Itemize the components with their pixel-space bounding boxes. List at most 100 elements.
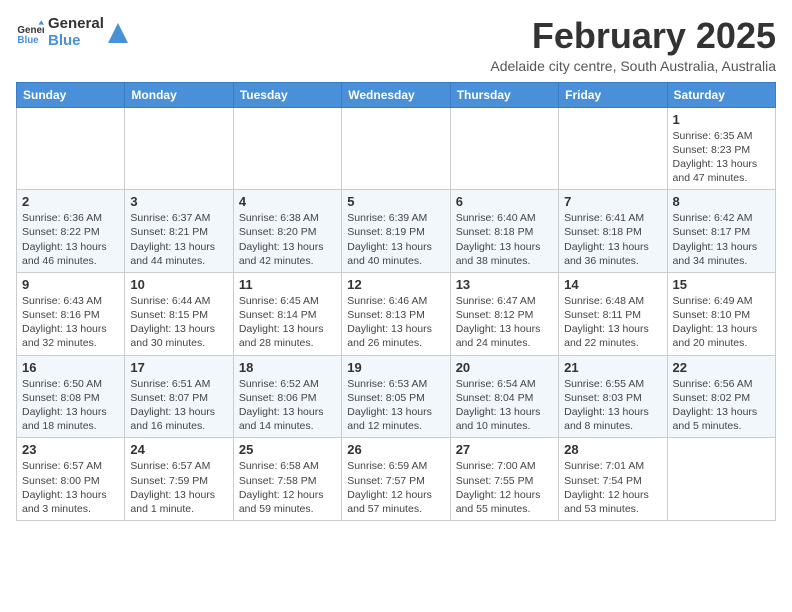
day-info: Sunrise: 6:58 AM Sunset: 7:58 PM Dayligh… xyxy=(239,459,336,516)
calendar-cell: 6 Sunrise: 6:40 AM Sunset: 8:18 PM Daylig… xyxy=(450,190,558,273)
day-info: Sunrise: 6:56 AM Sunset: 8:02 PM Dayligh… xyxy=(673,377,770,434)
day-number: 12 xyxy=(347,277,444,292)
day-info: Sunrise: 6:48 AM Sunset: 8:11 PM Dayligh… xyxy=(564,294,661,351)
month-title: February 2025 xyxy=(490,16,776,56)
day-number: 21 xyxy=(564,360,661,375)
day-info: Sunrise: 6:40 AM Sunset: 8:18 PM Dayligh… xyxy=(456,211,553,268)
day-number: 19 xyxy=(347,360,444,375)
day-number: 18 xyxy=(239,360,336,375)
day-info: Sunrise: 6:59 AM Sunset: 7:57 PM Dayligh… xyxy=(347,459,444,516)
calendar-cell: 14 Sunrise: 6:48 AM Sunset: 8:11 PM Dayli… xyxy=(559,272,667,355)
day-info: Sunrise: 6:49 AM Sunset: 8:10 PM Dayligh… xyxy=(673,294,770,351)
calendar-cell xyxy=(342,107,450,190)
calendar-cell: 5 Sunrise: 6:39 AM Sunset: 8:19 PM Daylig… xyxy=(342,190,450,273)
calendar-cell xyxy=(233,107,341,190)
calendar-cell: 20 Sunrise: 6:54 AM Sunset: 8:04 PM Dayli… xyxy=(450,355,558,438)
calendar-cell: 16 Sunrise: 6:50 AM Sunset: 8:08 PM Dayli… xyxy=(17,355,125,438)
day-number: 5 xyxy=(347,194,444,209)
day-number: 15 xyxy=(673,277,770,292)
logo-icon: General Blue xyxy=(16,19,44,47)
day-info: Sunrise: 6:54 AM Sunset: 8:04 PM Dayligh… xyxy=(456,377,553,434)
day-info: Sunrise: 6:37 AM Sunset: 8:21 PM Dayligh… xyxy=(130,211,227,268)
day-number: 25 xyxy=(239,442,336,457)
calendar-cell: 22 Sunrise: 6:56 AM Sunset: 8:02 PM Dayli… xyxy=(667,355,775,438)
calendar-cell: 18 Sunrise: 6:52 AM Sunset: 8:06 PM Dayli… xyxy=(233,355,341,438)
calendar-cell: 2 Sunrise: 6:36 AM Sunset: 8:22 PM Daylig… xyxy=(17,190,125,273)
calendar-week-3: 9 Sunrise: 6:43 AM Sunset: 8:16 PM Daylig… xyxy=(17,272,776,355)
calendar-cell: 3Sunrise: 6:37 AM Sunset: 8:21 PM Daylig… xyxy=(125,190,233,273)
day-info: Sunrise: 6:43 AM Sunset: 8:16 PM Dayligh… xyxy=(22,294,119,351)
weekday-header-wednesday: Wednesday xyxy=(342,82,450,107)
calendar-cell xyxy=(450,107,558,190)
calendar-cell: 7Sunrise: 6:41 AM Sunset: 8:18 PM Daylig… xyxy=(559,190,667,273)
calendar-cell xyxy=(125,107,233,190)
day-info: Sunrise: 6:39 AM Sunset: 8:19 PM Dayligh… xyxy=(347,211,444,268)
day-number: 8 xyxy=(673,194,770,209)
logo-general: General xyxy=(48,16,104,33)
calendar-cell xyxy=(667,438,775,521)
calendar-cell xyxy=(17,107,125,190)
day-number: 9 xyxy=(22,277,119,292)
day-number: 27 xyxy=(456,442,553,457)
calendar-cell: 17Sunrise: 6:51 AM Sunset: 8:07 PM Dayli… xyxy=(125,355,233,438)
calendar-cell: 28 Sunrise: 7:01 AM Sunset: 7:54 PM Dayli… xyxy=(559,438,667,521)
day-number: 7 xyxy=(564,194,661,209)
calendar-cell: 11 Sunrise: 6:45 AM Sunset: 8:14 PM Dayli… xyxy=(233,272,341,355)
logo-blue: Blue xyxy=(48,33,104,50)
day-number: 20 xyxy=(456,360,553,375)
day-info: Sunrise: 6:55 AM Sunset: 8:03 PM Dayligh… xyxy=(564,377,661,434)
calendar-cell: 23 Sunrise: 6:57 AM Sunset: 8:00 PM Dayli… xyxy=(17,438,125,521)
day-number: 16 xyxy=(22,360,119,375)
calendar-cell: 26Sunrise: 6:59 AM Sunset: 7:57 PM Dayli… xyxy=(342,438,450,521)
day-number: 22 xyxy=(673,360,770,375)
weekday-header-friday: Friday xyxy=(559,82,667,107)
day-info: Sunrise: 7:00 AM Sunset: 7:55 PM Dayligh… xyxy=(456,459,553,516)
day-number: 2 xyxy=(22,194,119,209)
day-number: 14 xyxy=(564,277,661,292)
calendar-week-1: 1Sunrise: 6:35 AM Sunset: 8:23 PM Daylig… xyxy=(17,107,776,190)
day-info: Sunrise: 6:57 AM Sunset: 7:59 PM Dayligh… xyxy=(130,459,227,516)
day-info: Sunrise: 6:35 AM Sunset: 8:23 PM Dayligh… xyxy=(673,129,770,186)
calendar-cell: 1Sunrise: 6:35 AM Sunset: 8:23 PM Daylig… xyxy=(667,107,775,190)
day-number: 13 xyxy=(456,277,553,292)
calendar-cell: 15 Sunrise: 6:49 AM Sunset: 8:10 PM Dayli… xyxy=(667,272,775,355)
day-info: Sunrise: 6:52 AM Sunset: 8:06 PM Dayligh… xyxy=(239,377,336,434)
weekday-header-saturday: Saturday xyxy=(667,82,775,107)
logo: General Blue General Blue xyxy=(16,16,128,49)
title-area: February 2025 Adelaide city centre, Sout… xyxy=(490,16,776,74)
day-info: Sunrise: 6:45 AM Sunset: 8:14 PM Dayligh… xyxy=(239,294,336,351)
day-info: Sunrise: 6:50 AM Sunset: 8:08 PM Dayligh… xyxy=(22,377,119,434)
calendar-cell: 8 Sunrise: 6:42 AM Sunset: 8:17 PM Daylig… xyxy=(667,190,775,273)
weekday-header-sunday: Sunday xyxy=(17,82,125,107)
day-number: 17 xyxy=(130,360,227,375)
day-info: Sunrise: 6:38 AM Sunset: 8:20 PM Dayligh… xyxy=(239,211,336,268)
day-info: Sunrise: 6:42 AM Sunset: 8:17 PM Dayligh… xyxy=(673,211,770,268)
day-number: 23 xyxy=(22,442,119,457)
location-subtitle: Adelaide city centre, South Australia, A… xyxy=(490,58,776,74)
day-number: 10 xyxy=(130,277,227,292)
svg-text:Blue: Blue xyxy=(17,34,39,45)
calendar-cell: 21 Sunrise: 6:55 AM Sunset: 8:03 PM Dayli… xyxy=(559,355,667,438)
day-info: Sunrise: 6:47 AM Sunset: 8:12 PM Dayligh… xyxy=(456,294,553,351)
day-number: 24 xyxy=(130,442,227,457)
calendar-cell xyxy=(559,107,667,190)
day-info: Sunrise: 7:01 AM Sunset: 7:54 PM Dayligh… xyxy=(564,459,661,516)
day-info: Sunrise: 6:44 AM Sunset: 8:15 PM Dayligh… xyxy=(130,294,227,351)
weekday-header-tuesday: Tuesday xyxy=(233,82,341,107)
weekday-header-row: SundayMondayTuesdayWednesdayThursdayFrid… xyxy=(17,82,776,107)
day-number: 28 xyxy=(564,442,661,457)
calendar-cell: 4 Sunrise: 6:38 AM Sunset: 8:20 PM Daylig… xyxy=(233,190,341,273)
calendar-cell: 10 Sunrise: 6:44 AM Sunset: 8:15 PM Dayli… xyxy=(125,272,233,355)
day-info: Sunrise: 6:57 AM Sunset: 8:00 PM Dayligh… xyxy=(22,459,119,516)
day-number: 4 xyxy=(239,194,336,209)
calendar-table: SundayMondayTuesdayWednesdayThursdayFrid… xyxy=(16,82,776,521)
day-number: 11 xyxy=(239,277,336,292)
day-number: 6 xyxy=(456,194,553,209)
page-header: General Blue General Blue February 2025 … xyxy=(16,16,776,74)
day-info: Sunrise: 6:36 AM Sunset: 8:22 PM Dayligh… xyxy=(22,211,119,268)
logo-triangle-icon xyxy=(108,23,128,43)
day-info: Sunrise: 6:53 AM Sunset: 8:05 PM Dayligh… xyxy=(347,377,444,434)
calendar-cell: 12Sunrise: 6:46 AM Sunset: 8:13 PM Dayli… xyxy=(342,272,450,355)
calendar-cell: 19 Sunrise: 6:53 AM Sunset: 8:05 PM Dayli… xyxy=(342,355,450,438)
calendar-cell: 9 Sunrise: 6:43 AM Sunset: 8:16 PM Daylig… xyxy=(17,272,125,355)
